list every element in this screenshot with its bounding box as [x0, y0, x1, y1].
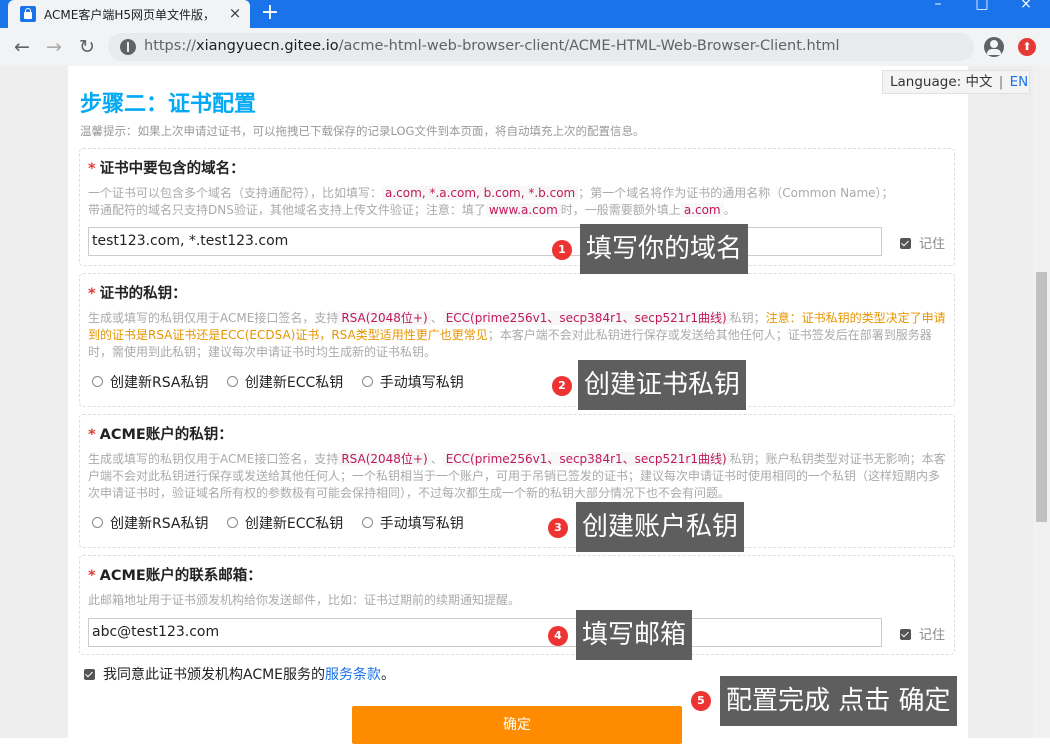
cert-key-manual-radio[interactable]: 手动填写私钥 [361, 372, 464, 392]
email-section: * ACME账户的联系邮箱： 此邮箱地址用于证书颁发机构给你发送邮件，比如：证书过… [79, 555, 955, 655]
scrollbar[interactable] [1033, 66, 1050, 738]
terms-link[interactable]: 服务条款 [325, 667, 381, 683]
callout-fill-email: 填写邮箱 [576, 610, 693, 660]
maximize-icon[interactable]: □ [962, 0, 1002, 14]
checkbox-checked-icon[interactable] [900, 238, 911, 249]
email-input[interactable]: abc@test123.com [88, 618, 882, 647]
language-separator: | [998, 74, 1004, 90]
browser-toolbar: ← → ↻ https://xiangyuecn.gitee.io/acme-h… [0, 28, 1050, 66]
address-bar[interactable]: https://xiangyuecn.gitee.io/acme-html-we… [108, 33, 974, 61]
callout-number-1: 1 [552, 240, 572, 260]
callout-number-3: 3 [548, 518, 568, 538]
cert-key-rsa-radio[interactable]: 创建新RSA私钥 [92, 372, 208, 392]
callout-number-4: 4 [548, 626, 568, 646]
account-key-options: 创建新RSA私钥 创建新ECC私钥 手动填写私钥 [92, 513, 478, 533]
reload-icon[interactable]: ↻ [75, 36, 99, 58]
account-key-title: * ACME账户的私钥： [88, 427, 233, 443]
email-remember-checkbox[interactable]: 记住 [900, 624, 945, 643]
email-title: * ACME账户的联系邮箱： [88, 568, 262, 584]
domains-remember-checkbox[interactable]: 记住 [900, 233, 945, 252]
account-key-rsa-radio[interactable]: 创建新RSA私钥 [92, 513, 208, 533]
account-key-section: * ACME账户的私钥： 生成或填写的私钥仅用于ACME接口签名，支持 RSA(20… [79, 414, 955, 548]
extension-upload-icon[interactable]: ⬆ [1018, 38, 1036, 56]
tip-text: 温馨提示：如果上次申请过证书，可以拖拽已下载保存的记录LOG文件到本页面，将自动… [80, 124, 645, 138]
minimize-icon[interactable]: – [918, 0, 958, 14]
profile-avatar-icon[interactable] [984, 37, 1004, 57]
tab-title: ACME客户端H5网页单文件版， [44, 8, 215, 22]
page-viewport: Language: 中文 | EN 步骤二：证书配置 温馨提示：如果上次申请过证… [0, 66, 1050, 744]
cert-key-title: * 证书的私钥： [88, 286, 187, 302]
account-key-manual-radio[interactable]: 手动填写私钥 [361, 513, 464, 533]
account-key-ecc-radio[interactable]: 创建新ECC私钥 [226, 513, 343, 533]
browser-tab[interactable]: ACME客户端H5网页单文件版， × [8, 0, 250, 28]
callout-fill-domain: 填写你的域名 [580, 224, 749, 274]
email-description: 此邮箱地址用于证书颁发机构给你发送邮件，比如：证书过期前的续期通知提醒。 [88, 593, 521, 607]
cert-key-ecc-radio[interactable]: 创建新ECC私钥 [226, 372, 343, 392]
cert-key-section: * 证书的私钥： 生成或填写的私钥仅用于ACME接口签名，支持 RSA(2048位+… [79, 273, 955, 407]
callout-number-5: 5 [691, 691, 711, 711]
domains-section: * 证书中要包含的域名： 一个证书可以包含多个域名（支持通配符），比如填写： a.c… [79, 148, 955, 266]
language-label: Language: [890, 74, 962, 90]
domains-title: * 证书中要包含的域名： [88, 161, 245, 177]
callout-create-cert-key: 创建证书私钥 [578, 360, 747, 410]
url-text: https://xiangyuecn.gitee.io/acme-html-we… [144, 38, 840, 54]
callout-number-2: 2 [552, 376, 572, 396]
callout-click-confirm: 配置完成 点击 确定 [720, 676, 957, 726]
callout-create-account-key: 创建账户私钥 [576, 502, 745, 552]
page-title: 步骤二：证书配置 [80, 92, 257, 117]
checkbox-checked-icon[interactable] [84, 669, 95, 680]
confirm-button[interactable]: 确定 [352, 706, 682, 744]
language-en-link[interactable]: EN [1010, 74, 1029, 90]
domains-description: 一个证书可以包含多个域名（支持通配符），比如填写： a.com, *.a.com,… [88, 186, 894, 217]
checkbox-checked-icon[interactable] [900, 629, 911, 640]
back-arrow-icon[interactable]: ← [10, 36, 34, 58]
language-switch: Language: 中文 | EN [882, 70, 1030, 94]
close-window-icon[interactable]: × [1006, 0, 1046, 14]
domains-input[interactable]: test123.com, *.test123.com [88, 227, 882, 256]
account-key-description: 生成或填写的私钥仅用于ACME接口签名，支持 RSA(2048位+)、 ECC(pr… [88, 452, 946, 500]
language-zh[interactable]: 中文 [965, 74, 992, 90]
lock-favicon-icon [20, 6, 36, 22]
forward-arrow-icon[interactable]: → [42, 36, 66, 58]
scrollbar-thumb[interactable] [1036, 272, 1047, 522]
terms-agree-checkbox[interactable]: 我同意此证书颁发机构ACME服务的服务条款。 [84, 664, 395, 684]
new-tab-button[interactable]: + [258, 1, 282, 25]
close-tab-icon[interactable]: × [226, 4, 244, 22]
browser-titlebar: ACME客户端H5网页单文件版， × + – □ × [0, 0, 1050, 28]
cert-key-options: 创建新RSA私钥 创建新ECC私钥 手动填写私钥 [92, 372, 478, 392]
site-info-icon[interactable] [120, 39, 136, 55]
cert-key-description: 生成或填写的私钥仅用于ACME接口签名，支持 RSA(2048位+)、 ECC(pr… [88, 311, 946, 359]
